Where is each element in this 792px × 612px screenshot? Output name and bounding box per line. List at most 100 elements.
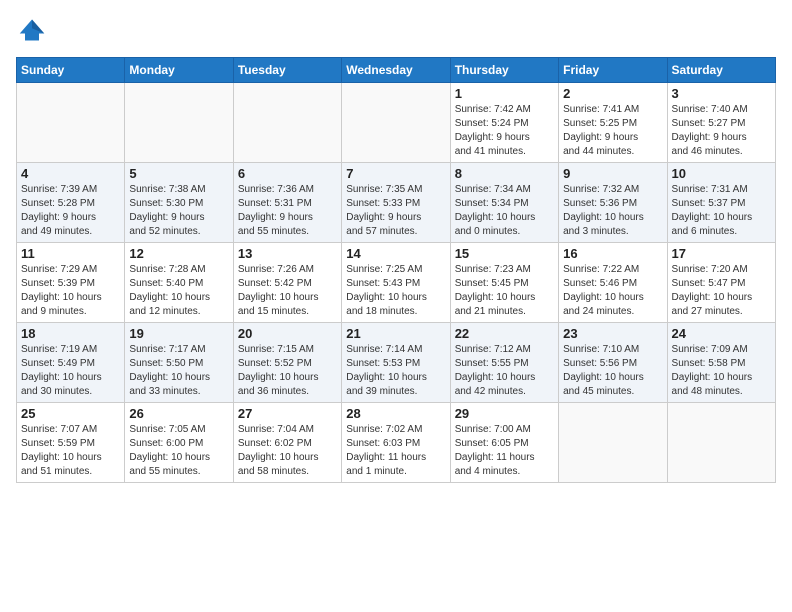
day-info: Sunrise: 7:26 AM Sunset: 5:42 PM Dayligh… [238, 263, 337, 319]
day-info: Sunrise: 7:04 AM Sunset: 6:02 PM Dayligh… [238, 423, 337, 479]
day-info: Sunrise: 7:29 AM Sunset: 5:39 PM Dayligh… [21, 263, 120, 319]
calendar-cell: 16Sunrise: 7:22 AM Sunset: 5:46 PM Dayli… [559, 243, 667, 323]
calendar-cell [233, 83, 341, 163]
calendar-cell: 26 Sunrise: 7:05 AM Sunset: 6:00 PM Dayli… [125, 403, 233, 483]
day-info: Sunrise: 7:02 AM Sunset: 6:03 PM Dayligh… [346, 423, 445, 479]
day-info: Sunrise: 7:12 AM Sunset: 5:55 PM Dayligh… [455, 343, 554, 399]
day-number: 16 [563, 246, 662, 261]
day-number: 8 [455, 166, 554, 181]
day-number: 3 [672, 86, 771, 101]
calendar-cell: 3 Sunrise: 7:40 AM Sunset: 5:27 PM Daylig… [667, 83, 775, 163]
calendar-cell: 2 Sunrise: 7:41 AM Sunset: 5:25 PM Daylig… [559, 83, 667, 163]
weekday-header-tuesday: Tuesday [233, 58, 341, 83]
day-number: 7 [346, 166, 445, 181]
day-number: 4 [21, 166, 120, 181]
calendar-cell: 27 Sunrise: 7:04 AM Sunset: 6:02 PM Dayli… [233, 403, 341, 483]
day-number: 21 [346, 326, 445, 341]
calendar-cell: 12 Sunrise: 7:28 AM Sunset: 5:40 PM Dayli… [125, 243, 233, 323]
calendar-cell: 10 Sunrise: 7:31 AM Sunset: 5:37 PM Dayli… [667, 163, 775, 243]
calendar-week-row: 1 Sunrise: 7:42 AM Sunset: 5:24 PM Daylig… [17, 83, 776, 163]
calendar-cell [125, 83, 233, 163]
weekday-header-wednesday: Wednesday [342, 58, 450, 83]
calendar-cell: 20 Sunrise: 7:15 AM Sunset: 5:52 PM Dayli… [233, 323, 341, 403]
day-info: Sunrise: 7:42 AM Sunset: 5:24 PM Dayligh… [455, 103, 554, 159]
weekday-header-row: SundayMondayTuesdayWednesdayThursdayFrid… [17, 58, 776, 83]
calendar-cell: 9 Sunrise: 7:32 AM Sunset: 5:36 PM Daylig… [559, 163, 667, 243]
calendar-cell: 15 Sunrise: 7:23 AM Sunset: 5:45 PM Dayli… [450, 243, 558, 323]
calendar-cell [17, 83, 125, 163]
day-info: Sunrise: 7:07 AM Sunset: 5:59 PM Dayligh… [21, 423, 120, 479]
calendar-cell: 24 Sunrise: 7:09 AM Sunset: 5:58 PM Dayli… [667, 323, 775, 403]
weekday-header-saturday: Saturday [667, 58, 775, 83]
day-info: Sunrise: 7:19 AM Sunset: 5:49 PM Dayligh… [21, 343, 120, 399]
calendar-cell: 29 Sunrise: 7:00 AM Sunset: 6:05 PM Dayli… [450, 403, 558, 483]
calendar-cell: 14 Sunrise: 7:25 AM Sunset: 5:43 PM Dayli… [342, 243, 450, 323]
calendar-cell: 18 Sunrise: 7:19 AM Sunset: 5:49 PM Dayli… [17, 323, 125, 403]
day-number: 19 [129, 326, 228, 341]
day-info: Sunrise: 7:32 AM Sunset: 5:36 PM Dayligh… [563, 183, 662, 239]
calendar-cell: 7 Sunrise: 7:35 AM Sunset: 5:33 PM Daylig… [342, 163, 450, 243]
day-info: Sunrise: 7:10 AM Sunset: 5:56 PM Dayligh… [563, 343, 662, 399]
day-number: 27 [238, 406, 337, 421]
page-header [16, 16, 776, 49]
day-info: Sunrise: 7:23 AM Sunset: 5:45 PM Dayligh… [455, 263, 554, 319]
calendar-week-row: 11 Sunrise: 7:29 AM Sunset: 5:39 PM Dayli… [17, 243, 776, 323]
day-number: 17 [672, 246, 771, 261]
day-info: Sunrise: 7:35 AM Sunset: 5:33 PM Dayligh… [346, 183, 445, 239]
day-info: Sunrise: 7:28 AM Sunset: 5:40 PM Dayligh… [129, 263, 228, 319]
day-number: 1 [455, 86, 554, 101]
calendar-cell [342, 83, 450, 163]
day-number: 24 [672, 326, 771, 341]
day-number: 5 [129, 166, 228, 181]
calendar-cell [559, 403, 667, 483]
calendar-cell: 8Sunrise: 7:34 AM Sunset: 5:34 PM Daylig… [450, 163, 558, 243]
day-number: 9 [563, 166, 662, 181]
day-info: Sunrise: 7:31 AM Sunset: 5:37 PM Dayligh… [672, 183, 771, 239]
day-info: Sunrise: 7:39 AM Sunset: 5:28 PM Dayligh… [21, 183, 120, 239]
day-number: 20 [238, 326, 337, 341]
calendar-cell: 25 Sunrise: 7:07 AM Sunset: 5:59 PM Dayli… [17, 403, 125, 483]
day-number: 10 [672, 166, 771, 181]
day-number: 25 [21, 406, 120, 421]
day-number: 28 [346, 406, 445, 421]
day-number: 15 [455, 246, 554, 261]
weekday-header-monday: Monday [125, 58, 233, 83]
day-info: Sunrise: 7:41 AM Sunset: 5:25 PM Dayligh… [563, 103, 662, 159]
day-info: Sunrise: 7:17 AM Sunset: 5:50 PM Dayligh… [129, 343, 228, 399]
day-number: 14 [346, 246, 445, 261]
calendar-cell: 22Sunrise: 7:12 AM Sunset: 5:55 PM Dayli… [450, 323, 558, 403]
calendar-cell [667, 403, 775, 483]
day-number: 29 [455, 406, 554, 421]
day-number: 12 [129, 246, 228, 261]
day-number: 11 [21, 246, 120, 261]
calendar-table: SundayMondayTuesdayWednesdayThursdayFrid… [16, 57, 776, 483]
calendar-cell: 1 Sunrise: 7:42 AM Sunset: 5:24 PM Daylig… [450, 83, 558, 163]
calendar-cell: 19 Sunrise: 7:17 AM Sunset: 5:50 PM Dayli… [125, 323, 233, 403]
day-info: Sunrise: 7:20 AM Sunset: 5:47 PM Dayligh… [672, 263, 771, 319]
weekday-header-friday: Friday [559, 58, 667, 83]
logo [16, 16, 50, 49]
day-info: Sunrise: 7:25 AM Sunset: 5:43 PM Dayligh… [346, 263, 445, 319]
day-info: Sunrise: 7:05 AM Sunset: 6:00 PM Dayligh… [129, 423, 228, 479]
day-info: Sunrise: 7:15 AM Sunset: 5:52 PM Dayligh… [238, 343, 337, 399]
weekday-header-thursday: Thursday [450, 58, 558, 83]
day-info: Sunrise: 7:14 AM Sunset: 5:53 PM Dayligh… [346, 343, 445, 399]
calendar-cell: 4 Sunrise: 7:39 AM Sunset: 5:28 PM Daylig… [17, 163, 125, 243]
day-number: 23 [563, 326, 662, 341]
calendar-week-row: 4 Sunrise: 7:39 AM Sunset: 5:28 PM Daylig… [17, 163, 776, 243]
day-number: 18 [21, 326, 120, 341]
calendar-cell: 23 Sunrise: 7:10 AM Sunset: 5:56 PM Dayli… [559, 323, 667, 403]
day-number: 2 [563, 86, 662, 101]
day-number: 26 [129, 406, 228, 421]
calendar-cell: 21 Sunrise: 7:14 AM Sunset: 5:53 PM Dayli… [342, 323, 450, 403]
calendar-cell: 28 Sunrise: 7:02 AM Sunset: 6:03 PM Dayli… [342, 403, 450, 483]
day-info: Sunrise: 7:00 AM Sunset: 6:05 PM Dayligh… [455, 423, 554, 479]
calendar-week-row: 25 Sunrise: 7:07 AM Sunset: 5:59 PM Dayli… [17, 403, 776, 483]
calendar-cell: 17 Sunrise: 7:20 AM Sunset: 5:47 PM Dayli… [667, 243, 775, 323]
calendar-cell: 13Sunrise: 7:26 AM Sunset: 5:42 PM Dayli… [233, 243, 341, 323]
calendar-cell: 5Sunrise: 7:38 AM Sunset: 5:30 PM Daylig… [125, 163, 233, 243]
logo-icon [18, 16, 46, 44]
day-info: Sunrise: 7:09 AM Sunset: 5:58 PM Dayligh… [672, 343, 771, 399]
calendar-week-row: 18 Sunrise: 7:19 AM Sunset: 5:49 PM Dayli… [17, 323, 776, 403]
day-info: Sunrise: 7:40 AM Sunset: 5:27 PM Dayligh… [672, 103, 771, 159]
